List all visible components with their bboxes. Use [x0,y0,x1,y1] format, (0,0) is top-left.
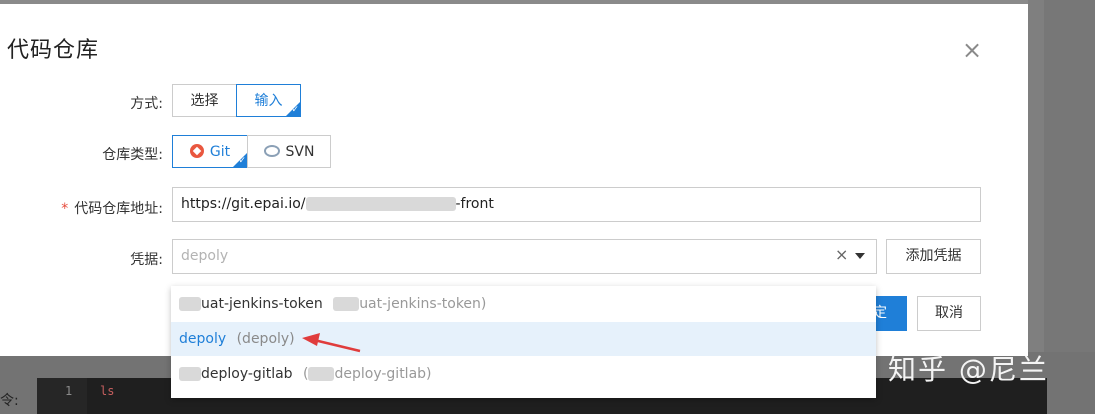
dropdown-item-id: uat-jenkins-token) [333,296,486,312]
redacted-text [305,197,456,211]
dropdown-item-id: (depoly) [236,331,295,347]
dropdown-item-name: uat-jenkins-token [201,296,323,312]
repo-type-label: 仓库类型: [102,147,163,163]
redacted-text [179,367,201,381]
dropdown-item[interactable]: deploy-gitlab (deploy-gitlab) [171,357,876,391]
check-icon: ✓ [238,156,246,166]
credential-label: 凭据: [130,252,163,268]
method-label: 方式: [130,96,163,112]
repo-type-svn-label: SVN [285,144,315,160]
method-option-input[interactable]: 输入 ✓ [236,84,301,117]
repo-type-git[interactable]: Git ✓ [172,135,248,168]
annotation-arrow-icon [302,333,361,353]
svn-icon [263,145,280,157]
repo-type-svn[interactable]: SVN [247,135,331,168]
credential-dropdown: uat-jenkins-token uat-jenkins-token) dep… [171,286,876,398]
add-credential-button[interactable]: 添加凭据 [886,239,981,274]
required-mark: * [61,201,69,217]
command-label: 令: [0,393,19,409]
close-icon[interactable]: × [960,38,984,62]
clear-icon[interactable]: × [835,247,848,263]
check-icon: ✓ [291,105,299,115]
credential-select[interactable]: depoly [172,239,877,274]
repo-url-prefix: https://git.epai.io/ [181,196,306,212]
redacted-text [333,297,360,311]
repo-url-suffix: -front [455,196,494,212]
cancel-button[interactable]: 取消 [917,296,981,331]
repo-url-label: * 代码仓库地址: [3,198,163,218]
dropdown-item-id-text: uat-jenkins-token) [359,296,487,312]
repo-url-label-text: 代码仓库地址: [74,201,163,217]
dropdown-item-id-text: deploy-gitlab) [334,366,432,382]
dropdown-item-name: deploy-gitlab [201,366,293,382]
repo-url-input[interactable]: https://git.epai.io/ -front [172,187,981,222]
chevron-down-icon[interactable] [855,253,865,259]
dropdown-item-id: (deploy-gitlab) [303,366,432,382]
dropdown-item[interactable]: uat-jenkins-token uat-jenkins-token) [171,287,876,321]
git-icon [189,144,204,158]
line-number: 1 [65,384,73,398]
code-line[interactable]: ls [100,384,114,398]
dropdown-item-name: depoly [179,331,227,347]
dropdown-item-selected[interactable]: depoly (depoly) [171,322,876,356]
redacted-text [308,367,335,381]
repo-type-git-label: Git [209,144,231,160]
watermark: 知乎 @尼兰 [888,353,1049,386]
method-option-input-label: 输入 [254,93,283,109]
modal-title: 代码仓库 [7,38,100,63]
editor-gutter [37,378,87,414]
redacted-text [179,297,201,311]
credential-placeholder: depoly [181,248,229,264]
method-option-select[interactable]: 选择 [172,84,237,117]
